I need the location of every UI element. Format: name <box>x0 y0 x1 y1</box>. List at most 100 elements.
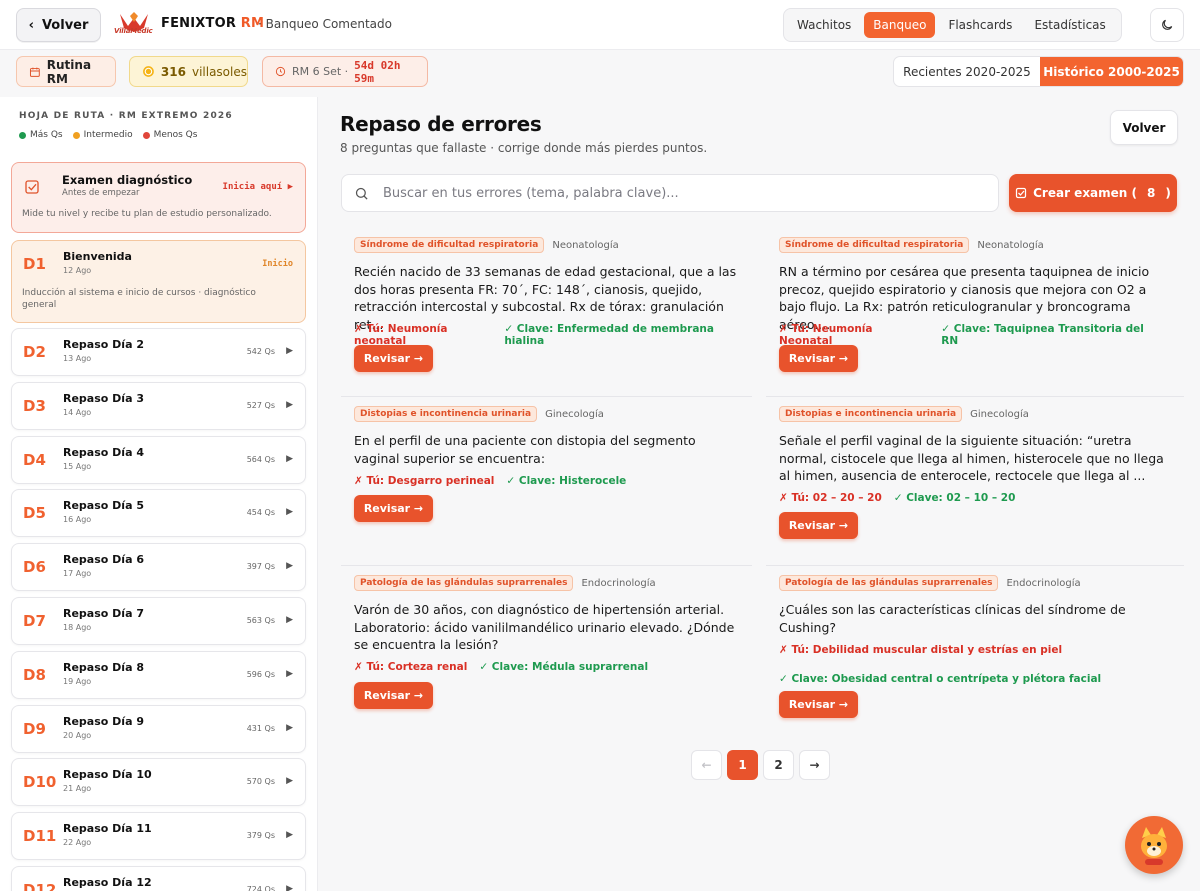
d1-description: Inducción al sistema e inicio de cursos … <box>22 288 256 310</box>
legend-label: Intermedio <box>83 130 133 140</box>
day-question-count: 570 Qs <box>246 777 275 787</box>
question-text: Señale el perfil vaginal de la siguiente… <box>779 433 1164 483</box>
volver-button[interactable]: Volver <box>1110 110 1178 145</box>
legend-label: Menos Qs <box>153 130 198 140</box>
day-card[interactable]: D8 Repaso Día 8 19 Ago 596 Qs ▶ <box>11 650 306 699</box>
day-title: Repaso Día 7 <box>63 607 144 620</box>
day-card[interactable]: D7 Repaso Día 7 18 Ago 563 Qs ▶ <box>11 597 306 645</box>
day-number: D10 <box>23 773 57 792</box>
page-title: Repaso de errores <box>340 112 542 136</box>
day-number: D4 <box>23 450 46 469</box>
exam-subtitle: Antes de empezar <box>62 188 140 198</box>
day-date: 21 Ago <box>63 784 92 794</box>
wrong-answer: ✗ Tú: Desgarro perineal <box>354 475 495 487</box>
prev-page-button[interactable]: ← <box>691 750 722 780</box>
day-number: D8 <box>23 665 46 684</box>
review-button[interactable]: Revisar → <box>779 345 858 372</box>
day-card[interactable]: D11 Repaso Día 11 22 Ago 379 Qs ▶ <box>11 812 306 861</box>
roadmap-title: HOJA DE RUTA · RM EXTREMO 2026 <box>19 111 233 121</box>
legend-label: Más Qs <box>30 130 63 140</box>
question-card: Síndrome de dificultad respiratoria Neona… <box>341 237 739 377</box>
topic-tag: Patología de las glándulas suprarrenales <box>779 575 999 591</box>
coins-chip: 316 villasoles <box>129 56 248 87</box>
day-title: Repaso Día 12 <box>63 876 152 889</box>
day-card-d1[interactable]: D1 Bienvenida 12 Ago Inicio Inducción al… <box>11 240 306 323</box>
play-icon: ▶ <box>286 561 293 572</box>
review-button[interactable]: Revisar → <box>779 691 858 718</box>
play-icon: ▶ <box>286 668 293 679</box>
back-button-label: Volver <box>41 17 89 33</box>
coin-icon <box>143 66 154 77</box>
correct-answer: ✓ Clave: Histerocele <box>506 475 627 487</box>
play-icon: ▶ <box>286 399 293 410</box>
play-icon: ▶ <box>286 346 293 356</box>
question-card: Distopias e incontinencia urinaria Gineco… <box>766 406 1164 546</box>
rutina-chip[interactable]: Rutina RM <box>16 56 116 87</box>
theme-toggle-button[interactable] <box>1150 8 1184 42</box>
day-date: 19 Ago <box>63 676 92 686</box>
day-date: 12 Ago <box>63 266 92 275</box>
timer-value: 54d 02h 59m <box>354 58 401 85</box>
pagination: ← 1 2 → <box>691 750 830 780</box>
next-page-button[interactable]: → <box>799 750 830 780</box>
search-box <box>341 174 999 212</box>
exam-cta: Inicia aquí ▶ <box>223 182 293 192</box>
top-bar: ‹ Volver VillaMedic FENIXTOR RM · Banque… <box>0 0 1200 50</box>
back-button[interactable]: ‹ Volver <box>16 8 101 42</box>
day-number: D9 <box>23 719 46 738</box>
answer-row: ✗ Tú: Neumonía Neonatal ✓ Clave: Taquipne… <box>779 323 1164 347</box>
review-button[interactable]: Revisar → <box>354 495 433 522</box>
create-exam-button[interactable]: Crear examen ( 8 ) <box>1009 174 1177 212</box>
page-button-2[interactable]: 2 <box>763 750 794 780</box>
day-card[interactable]: D10 Repaso Día 10 21 Ago 570 Qs ▶ <box>11 758 306 807</box>
day-card[interactable]: D6 Repaso Día 6 17 Ago 397 Qs ▶ <box>11 543 306 592</box>
day-number: D11 <box>23 827 57 846</box>
diagnostic-exam-card[interactable]: Examen diagnóstico Antes de empezar Inic… <box>11 162 306 233</box>
row-divider <box>341 565 752 566</box>
tab-flashcards[interactable]: Flashcards <box>939 12 1021 38</box>
tab-estadisticas[interactable]: Estadísticas <box>1025 12 1114 38</box>
tab-wachitos[interactable]: Wachitos <box>788 12 860 38</box>
play-icon: ▶ <box>286 776 293 787</box>
day-title: Repaso Día 5 <box>63 499 144 513</box>
wrong-answer: ✗ Tú: 02 – 20 – 20 <box>779 492 882 504</box>
day-card[interactable]: D4 Repaso Día 4 15 Ago 564 Qs ▶ <box>11 435 306 484</box>
row-divider <box>766 565 1184 566</box>
review-button[interactable]: Revisar → <box>779 512 858 539</box>
day-card[interactable]: D3 Repaso Día 3 14 Ago 527 Qs ▶ <box>11 381 306 430</box>
day-question-count: 724 Qs <box>246 885 275 891</box>
category-label: Ginecología <box>970 408 1029 420</box>
day-question-count: 564 Qs <box>246 454 275 464</box>
answer-row: ✗ Tú: Corteza renal ✓ Clave: Médula supra… <box>354 661 648 673</box>
day-card[interactable]: D12 Repaso Día 12 724 Qs ▶ <box>11 866 306 891</box>
day-card[interactable]: D5 Repaso Día 5 16 Ago 454 Qs ▶ <box>11 489 306 538</box>
day-card[interactable]: D9 Repaso Día 9 20 Ago 431 Qs ▶ <box>11 704 306 753</box>
wrong-answer: ✗ Tú: Neumonía neonatal <box>354 323 448 347</box>
day-title: Repaso Día 8 <box>63 660 144 674</box>
day-question-count: 563 Qs <box>246 616 275 625</box>
red-dot-icon <box>142 131 150 139</box>
play-icon: ▶ <box>286 830 293 841</box>
day-date: 20 Ago <box>63 730 92 740</box>
create-exam-count: 8 <box>1147 186 1156 200</box>
brand-main: FENIXTOR <box>161 16 237 31</box>
main-nav: Wachitos Banqueo Flashcards Estadísticas <box>783 8 1122 42</box>
day-date: 18 Ago <box>63 623 92 632</box>
play-icon: ▶ <box>286 453 293 464</box>
search-input[interactable] <box>383 185 983 201</box>
review-button[interactable]: Revisar → <box>354 345 433 372</box>
correct-answer: ✓ Clave: 02 – 10 – 20 <box>893 492 1016 504</box>
coins-value: 316 <box>160 64 186 79</box>
period-historic[interactable]: Histórico 2000-2025 <box>1040 57 1183 86</box>
mascot-chat-button[interactable] <box>1125 816 1183 874</box>
day-title: Repaso Día 2 <box>63 338 144 351</box>
question-tags: Distopias e incontinencia urinaria Gineco… <box>354 406 604 422</box>
review-button[interactable]: Revisar → <box>354 682 433 709</box>
correct-answer: ✓ Clave: Obesidad central o centrípeta y… <box>779 673 1102 685</box>
day-card[interactable]: D2 Repaso Día 2 13 Ago 542 Qs ▶ <box>11 328 306 376</box>
tab-banqueo[interactable]: Banqueo <box>864 12 936 38</box>
period-recent[interactable]: Recientes 2020-2025 <box>894 57 1040 86</box>
timer-label: RM 6 Set · <box>292 65 349 78</box>
day-number: D6 <box>23 558 46 577</box>
page-button-1[interactable]: 1 <box>727 750 758 780</box>
